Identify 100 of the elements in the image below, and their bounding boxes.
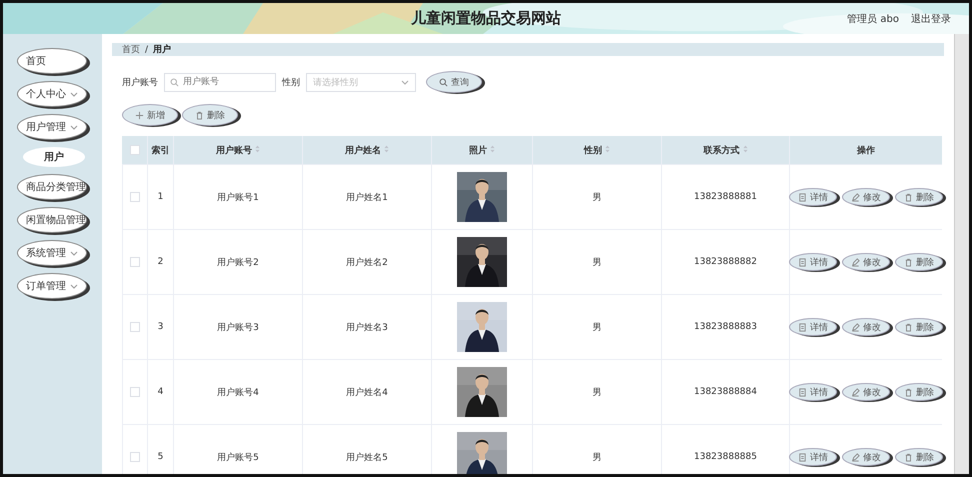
table-cell: 3 [158, 322, 164, 332]
chevron-icon [70, 92, 78, 96]
pencil-icon [851, 452, 860, 462]
trash-icon [904, 452, 913, 462]
details-button[interactable]: 详情 [789, 383, 837, 401]
logout-link[interactable]: 退出登录 [911, 12, 951, 26]
edit-button[interactable]: 修改 [842, 383, 890, 401]
sort-icon [384, 144, 389, 152]
table-cell-text: 用户账号5 [217, 452, 259, 464]
edit-button[interactable]: 修改 [842, 448, 890, 466]
site-title: 儿童闲置物品交易网站 [411, 9, 561, 28]
pencil-icon [851, 322, 860, 332]
breadcrumb-item[interactable]: 首页 [122, 43, 140, 56]
field-label: 性别 [282, 76, 300, 88]
menu-item[interactable]: 订单管理 [17, 273, 87, 299]
delete-button[interactable]: 删除 [895, 448, 943, 466]
field-label: 用户账号 [122, 76, 158, 88]
checkbox[interactable] [130, 387, 140, 397]
trash-icon [904, 258, 913, 266]
chevron-icon [70, 250, 78, 256]
column-header[interactable]: 照片 [469, 144, 495, 156]
menu-item[interactable]: 闲置物品管理 [17, 207, 87, 233]
table-cell-text: 男 [592, 256, 602, 268]
menu-item[interactable]: 商品分类管理 [17, 174, 87, 200]
table-cell: 13823888884 [694, 387, 757, 397]
table-cell-text: 用户姓名1 [346, 192, 388, 204]
breadcrumb-item: 用户 [153, 43, 172, 56]
sort-icon [490, 144, 495, 152]
document-icon [798, 258, 807, 266]
details-button[interactable]: 详情 [789, 253, 837, 271]
sort-icon [742, 144, 748, 152]
table-cell: 1 [158, 192, 164, 202]
table-cell-text: 男 [592, 192, 602, 204]
column-header[interactable]: 用户账号 [216, 144, 260, 156]
table-cell: 4 [158, 387, 164, 397]
table-cell-text: 用户账号2 [217, 256, 259, 268]
trash-icon [904, 322, 913, 332]
table-cell: 13823888885 [694, 452, 757, 462]
chevron-icon [70, 284, 78, 288]
table-cell-text: 男 [592, 386, 602, 398]
checkbox[interactable] [130, 192, 140, 202]
input-field[interactable]: 用户账号 [164, 72, 276, 92]
column-header[interactable]: 性别 [584, 144, 610, 156]
delete-button[interactable]: 删除 [895, 188, 943, 206]
menu-item[interactable]: 用户管理 [17, 114, 87, 140]
search-icon [170, 78, 179, 86]
column-header[interactable]: 联系方式 [704, 144, 748, 156]
document-icon [798, 452, 807, 462]
checkbox[interactable] [130, 452, 140, 462]
delete-button[interactable]: 删除 [895, 253, 943, 271]
column-header: 操作 [857, 144, 875, 156]
edit-button[interactable]: 修改 [842, 253, 890, 271]
table-cell-text: 用户账号4 [217, 386, 259, 398]
sort-icon [605, 144, 610, 152]
edit-button[interactable]: 修改 [842, 318, 890, 336]
table-cell-text: 男 [592, 452, 602, 464]
menu-item[interactable]: 个人中心 [17, 81, 87, 107]
delete-button[interactable]: 删除 [895, 383, 943, 401]
edit-button[interactable]: 修改 [842, 188, 890, 206]
plus-icon [135, 110, 144, 120]
document-icon [798, 322, 807, 332]
trash-icon [904, 388, 913, 396]
scrollbar[interactable] [954, 34, 969, 474]
pencil-icon [851, 258, 860, 266]
column-header[interactable]: 用户姓名 [345, 144, 389, 156]
pencil-icon [851, 388, 860, 396]
details-button[interactable]: 详情 [789, 318, 837, 336]
column-header: 索引 [152, 144, 170, 156]
details-button[interactable]: 详情 [789, 448, 837, 466]
table-cell-text: 用户姓名4 [346, 386, 388, 398]
chevron-icon [70, 124, 78, 130]
menu-item[interactable]: 首页 [17, 48, 87, 74]
submenu-item[interactable]: 用户 [23, 147, 85, 167]
sort-icon [255, 144, 260, 152]
table-cell-text: 用户姓名2 [346, 256, 388, 268]
checkbox[interactable] [130, 145, 140, 155]
table-cell: 5 [158, 452, 164, 462]
table-cell-text: 男 [592, 322, 602, 334]
search-button[interactable]: 查询 [426, 71, 482, 93]
add-button[interactable]: 新增 [122, 104, 178, 126]
trash-icon [195, 110, 204, 120]
chevron-icon [401, 80, 409, 84]
delete-button[interactable]: 删除 [182, 104, 238, 126]
document-icon [798, 388, 807, 396]
search-icon [439, 78, 448, 86]
table-cell-text: 用户姓名5 [346, 452, 388, 464]
table-cell-text: 用户账号3 [217, 322, 259, 334]
delete-button[interactable]: 删除 [895, 318, 943, 336]
details-button[interactable]: 详情 [789, 188, 837, 206]
table-cell-text: 用户账号1 [217, 192, 259, 204]
table-cell-text: 用户姓名3 [346, 322, 388, 334]
checkbox[interactable] [130, 322, 140, 332]
breadcrumb-separator: / [145, 44, 148, 54]
trash-icon [904, 192, 913, 202]
user-label: 管理员 abo [847, 13, 899, 26]
menu-item[interactable]: 系统管理 [17, 240, 87, 266]
table-cell: 13823888882 [694, 257, 757, 267]
pencil-icon [851, 192, 860, 202]
checkbox[interactable] [130, 257, 140, 267]
table-cell: 2 [158, 257, 164, 267]
